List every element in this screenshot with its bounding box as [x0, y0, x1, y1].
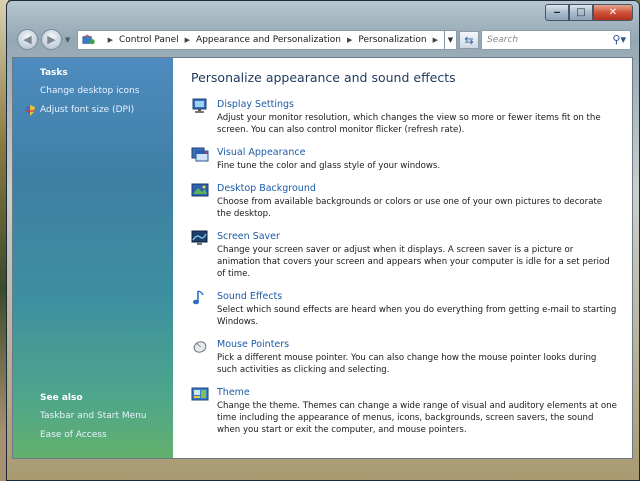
- desktop-background-link[interactable]: Desktop Background: [217, 182, 632, 196]
- page-title: Personalize appearance and sound effects: [191, 70, 456, 85]
- sound-effects-description: Select which sound effects are heard whe…: [217, 305, 617, 327]
- address-dropdown[interactable]: ▼: [445, 30, 457, 50]
- list-item: Display Settings Adjust your monitor res…: [191, 98, 632, 136]
- ease-of-access-label: Ease of Access: [40, 430, 107, 440]
- desktop-background-icon: [191, 183, 209, 197]
- mouse-icon: [193, 341, 207, 353]
- display-settings-description: Adjust your monitor resolution, which ch…: [217, 113, 601, 135]
- taskbar-start-menu-link[interactable]: Taskbar and Start Menu: [13, 407, 173, 426]
- search-input[interactable]: Search ⚲▾: [481, 30, 631, 50]
- mouse-pointers-link[interactable]: Mouse Pointers: [217, 338, 632, 352]
- forward-button[interactable]: ▶: [41, 29, 62, 50]
- sound-effects-link[interactable]: Sound Effects: [217, 290, 632, 304]
- theme-icon: [191, 387, 209, 401]
- list-item: Mouse Pointers Pick a different mouse po…: [191, 338, 632, 376]
- desktop-background-description: Choose from available backgrounds or col…: [217, 197, 603, 219]
- main-pane: Personalize appearance and sound effects…: [173, 58, 632, 458]
- personalization-window: ‒ □ ✕ ◀ ▶ ▼ ▶ Control Panel ▶ Appearance…: [6, 0, 640, 481]
- change-desktop-icons-label: Change desktop icons: [40, 86, 140, 96]
- breadcrumb-personalization[interactable]: Personalization: [358, 35, 426, 45]
- minimize-button[interactable]: ‒: [545, 4, 569, 21]
- title-bar[interactable]: ‒ □ ✕: [7, 1, 639, 25]
- breadcrumb-control-panel[interactable]: Control Panel: [119, 35, 179, 45]
- display-settings-link[interactable]: Display Settings: [217, 98, 632, 112]
- list-item: Screen Saver Change your screen saver or…: [191, 230, 632, 280]
- list-item: Theme Change the theme. Themes can chang…: [191, 386, 632, 436]
- theme-description: Change the theme. Themes can change a wi…: [217, 401, 617, 435]
- visual-appearance-description: Fine tune the color and glass style of y…: [217, 161, 441, 171]
- maximize-button[interactable]: □: [569, 4, 593, 21]
- screen-saver-description: Change your screen saver or adjust when …: [217, 245, 610, 279]
- list-item: Desktop Background Choose from available…: [191, 182, 632, 220]
- address-bar[interactable]: ▶ Control Panel ▶ Appearance and Persona…: [77, 30, 445, 50]
- mouse-pointers-description: Pick a different mouse pointer. You can …: [217, 353, 597, 375]
- recent-pages-dropdown[interactable]: ▼: [65, 36, 70, 44]
- adjust-font-size-link[interactable]: Adjust font size (DPI): [13, 101, 173, 120]
- visual-appearance-link[interactable]: Visual Appearance: [217, 146, 632, 160]
- window-controls: ‒ □ ✕: [545, 4, 633, 21]
- display-icon: [192, 98, 207, 113]
- see-also-heading: See also: [40, 393, 83, 403]
- theme-link[interactable]: Theme: [217, 386, 632, 400]
- sound-icon: [193, 290, 204, 305]
- shield-icon: [25, 105, 35, 116]
- back-button[interactable]: ◀: [17, 29, 38, 50]
- navigation-bar: ◀ ▶ ▼ ▶ Control Panel ▶ Appearance and P…: [7, 25, 639, 55]
- refresh-button[interactable]: ⇆: [459, 31, 479, 49]
- see-also-section: See also Taskbar and Start Menu Ease of …: [13, 383, 173, 445]
- adjust-font-size-label: Adjust font size (DPI): [40, 105, 135, 115]
- list-item: Sound Effects Select which sound effects…: [191, 290, 632, 328]
- window-bottom-frame: [7, 460, 639, 480]
- refresh-icon: ⇆: [464, 33, 474, 47]
- ease-of-access-link[interactable]: Ease of Access: [13, 426, 173, 445]
- task-pane: Tasks Change desktop icons Adjust font s…: [13, 58, 173, 458]
- list-item: Visual Appearance Fine tune the color an…: [191, 146, 632, 172]
- taskbar-start-menu-label: Taskbar and Start Menu: [40, 411, 147, 421]
- close-button[interactable]: ✕: [593, 4, 633, 21]
- screen-saver-link[interactable]: Screen Saver: [217, 230, 632, 244]
- search-placeholder: Search: [487, 35, 519, 45]
- breadcrumb-separator[interactable]: ▶: [185, 36, 190, 44]
- tasks-heading: Tasks: [40, 68, 68, 78]
- breadcrumb-separator[interactable]: ▶: [433, 36, 438, 44]
- back-arrow-icon: ◀: [23, 33, 32, 46]
- visual-appearance-icon: [191, 147, 209, 162]
- search-icon[interactable]: ⚲▾: [612, 33, 626, 46]
- breadcrumb-separator: ▶: [107, 36, 113, 44]
- breadcrumb-separator[interactable]: ▶: [347, 36, 352, 44]
- control-panel-icon: [82, 34, 95, 45]
- change-desktop-icons-link[interactable]: Change desktop icons: [13, 82, 173, 101]
- screen-saver-icon: [191, 230, 208, 245]
- forward-arrow-icon: ▶: [47, 33, 56, 46]
- breadcrumb-appearance[interactable]: Appearance and Personalization: [196, 35, 341, 45]
- content-area: Tasks Change desktop icons Adjust font s…: [12, 57, 633, 459]
